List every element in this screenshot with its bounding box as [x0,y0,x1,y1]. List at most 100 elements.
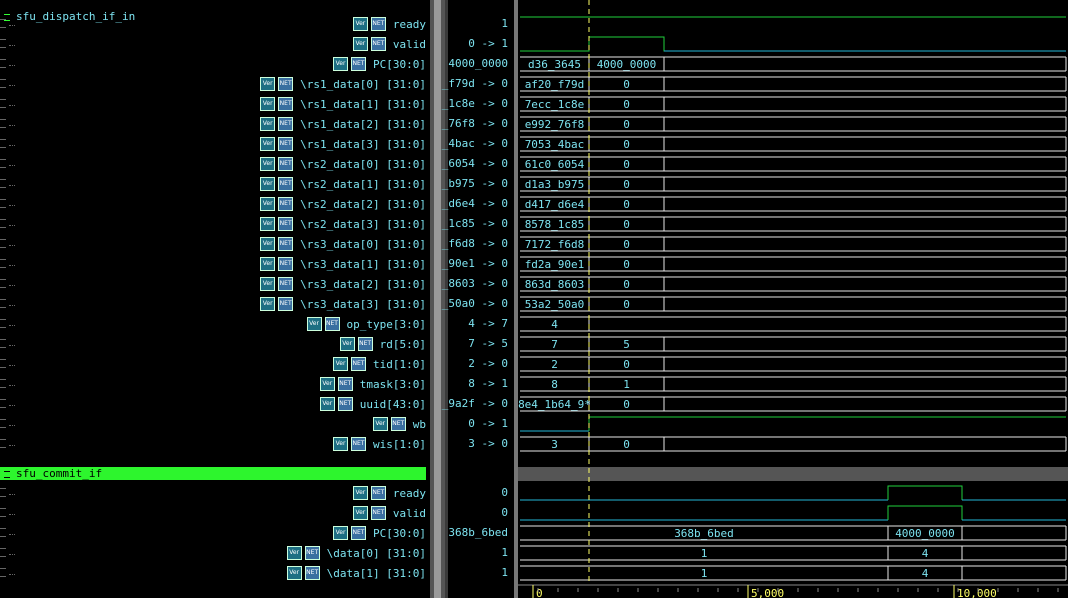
signal-value: 0 -> 1 [468,417,508,430]
signal-value: 3 -> 0 [468,437,508,450]
bus-segment [664,236,1067,252]
net-badge-icon: NET [278,217,294,231]
signal-values-pane: 1 0 -> 1 4000_0000 _f79d -> 0 _1c8e -> 0 _76f… [442,0,514,598]
verilog-badge-icon: Ver [260,197,276,211]
waveform-pane[interactable]: d36_3645 4000_0000 af20_f79d 0 7ecc_1c8e 0 e99… [518,0,1068,598]
signal-name: uuid[43:0] [359,397,426,411]
waveform-canvas[interactable]: d36_3645 4000_0000 af20_f79d 0 7ecc_1c8e 0 e99… [518,0,1068,598]
net-badge-icon: NET [370,486,386,500]
signal-row-dispatch-15[interactable]: Ver NET op_type[3:0] [306,314,426,334]
signal-name: \rs3_data[2] [31:0] [300,277,426,291]
signal-name: \rs1_data[0] [31:0] [300,77,426,91]
group-title: sfu_commit_if [16,467,103,480]
signal-name: valid [392,506,426,520]
signal-value: 1 [501,546,508,559]
signal-row-commit-4[interactable]: Ver NET \data[1] [31:0] [286,563,426,583]
tree-tick [0,199,6,200]
bus-segment [664,96,1067,112]
ruler-label: 0 [536,587,543,598]
signal-name: \rs2_data[1] [31:0] [300,177,426,191]
verilog-badge-icon: Ver [260,177,276,191]
tree-connector [9,245,15,246]
net-badge-icon: NET [337,397,353,411]
tree-tick [0,548,6,549]
ruler-label: 5,000 [751,587,784,598]
verilog-badge-icon: Ver [260,257,276,271]
verilog-badge-icon: Ver [260,97,276,111]
net-badge-icon: NET [278,257,294,271]
verilog-badge-icon: Ver [286,546,302,560]
verilog-badge-icon: Ver [352,486,368,500]
bus-value-label: 0 [623,358,630,371]
tree-tick [0,99,6,100]
signal-row-commit-2[interactable]: Ver NET PC[30:0] [333,523,426,543]
tree-tick [0,488,6,489]
signal-row-dispatch-20[interactable]: Ver NET wb [372,414,426,434]
bus-value-label: 1 [701,547,708,560]
net-badge-icon: NET [390,417,406,431]
bus-segment [664,216,1067,232]
signal-name: ready [392,17,426,31]
signal-row-dispatch-12[interactable]: Ver NET \rs3_data[1] [31:0] [260,254,426,274]
net-badge-icon: NET [324,317,340,331]
signal-row-dispatch-3[interactable]: Ver NET \rs1_data[0] [31:0] [260,74,426,94]
signal-name: \rs1_data[1] [31:0] [300,97,426,111]
tree-connector [9,325,15,326]
signal-row-dispatch-5[interactable]: Ver NET \rs1_data[2] [31:0] [260,114,426,134]
tree-tick [0,267,6,268]
signal-names-pane: sfu_dispatch_if_in sfu_commit_if Ver NET rea… [0,0,430,598]
group-header-1[interactable]: sfu_commit_if [0,467,426,480]
signal-row-dispatch-19[interactable]: Ver NET uuid[43:0] [319,394,426,414]
signal-value: 7 -> 5 [468,337,508,350]
bus-value-label: 4000_0000 [895,527,955,540]
signal-row-dispatch-6[interactable]: Ver NET \rs1_data[3] [31:0] [260,134,426,154]
signal-row-dispatch-16[interactable]: Ver NET rd[5:0] [339,334,426,354]
signal-row-dispatch-11[interactable]: Ver NET \rs3_data[0] [31:0] [260,234,426,254]
bus-value-label: 0 [623,258,630,271]
signal-row-dispatch-10[interactable]: Ver NET \rs2_data[3] [31:0] [260,214,426,234]
bus-value-label: 0 [623,438,630,451]
signal-row-commit-1[interactable]: Ver NET valid [352,503,426,523]
tree-connector [9,45,15,46]
tree-connector [9,65,15,66]
bus-segment [664,56,1067,72]
bus-segment [664,116,1067,132]
net-badge-icon: NET [370,37,386,51]
tree-tick [0,67,6,68]
tree-connector [9,185,15,186]
signal-row-dispatch-1[interactable]: Ver NET valid [352,34,426,54]
signal-row-dispatch-4[interactable]: Ver NET \rs1_data[1] [31:0] [260,94,426,114]
signal-row-dispatch-18[interactable]: Ver NET tmask[3:0] [319,374,426,394]
bus-value-label: 8e4_1b64_9* [518,398,591,411]
signal-row-dispatch-9[interactable]: Ver NET \rs2_data[2] [31:0] [260,194,426,214]
signal-name: \rs3_data[0] [31:0] [300,237,426,251]
net-badge-icon: NET [351,526,367,540]
verilog-badge-icon: Ver [260,117,276,131]
signal-row-dispatch-14[interactable]: Ver NET \rs3_data[3] [31:0] [260,294,426,314]
group-expand-icon[interactable] [4,471,10,478]
tree-tick [0,528,6,529]
bus-value-label: 0 [623,98,630,111]
signal-row-dispatch-2[interactable]: Ver NET PC[30:0] [333,54,426,74]
signal-row-dispatch-13[interactable]: Ver NET \rs3_data[2] [31:0] [260,274,426,294]
signal-value: _9a2f -> 0 [441,397,508,410]
bus-segment [664,436,1067,452]
signal-row-dispatch-8[interactable]: Ver NET \rs2_data[1] [31:0] [260,174,426,194]
tree-tick [0,207,6,208]
tree-tick [0,299,6,300]
net-badge-icon: NET [278,277,294,291]
bus-value-label: fd2a_90e1 [525,258,585,271]
verilog-badge-icon: Ver [260,77,276,91]
signal-row-commit-3[interactable]: Ver NET \data[0] [31:0] [286,543,426,563]
signal-name: \data[0] [31:0] [326,546,426,560]
bus-value-label: 3 [551,438,558,451]
signal-row-dispatch-7[interactable]: Ver NET \rs2_data[0] [31:0] [260,154,426,174]
bus-value-label: 0 [623,198,630,211]
signal-row-dispatch-17[interactable]: Ver NET tid[1:0] [333,354,426,374]
signal-row-dispatch-0[interactable]: Ver NET ready [352,14,426,34]
scrollbar-thumb[interactable] [434,0,441,598]
signal-row-commit-0[interactable]: Ver NET ready [352,483,426,503]
tree-connector [9,345,15,346]
signal-row-dispatch-21[interactable]: Ver NET wis[1:0] [333,434,426,454]
pulse-trace [887,505,963,520]
